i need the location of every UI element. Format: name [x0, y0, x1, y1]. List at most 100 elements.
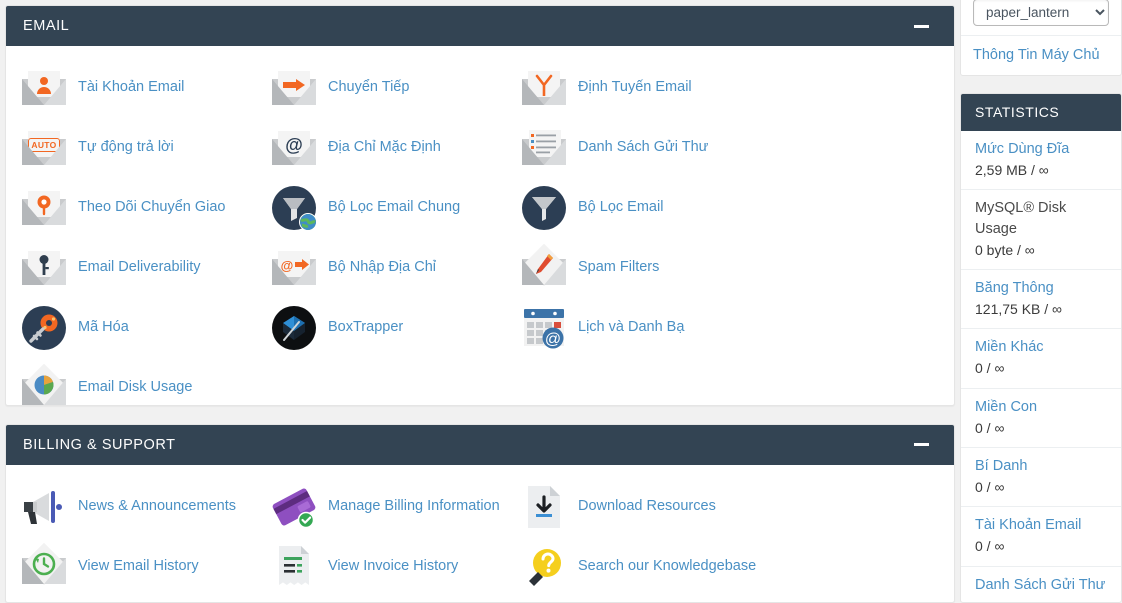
server-information-link[interactable]: Thông Tin Máy Chủ: [973, 47, 1100, 63]
tile-email-disk-usage[interactable]: Email Disk Usage: [6, 358, 256, 405]
billing-collapse-icon[interactable]: [910, 434, 932, 456]
tile-a-ch-m-c-nh[interactable]: @ Địa Chỉ Mặc Định: [256, 118, 506, 178]
tile-b-l-c-email-chung[interactable]: Bộ Lọc Email Chung: [256, 178, 506, 238]
cpanel-page: EMAIL Tài Khoản Email Chuyển Tiếp Định Tuy…: [0, 0, 1122, 603]
tile-news-announcements[interactable]: News & Announcements: [6, 477, 256, 537]
envelope-shape: [522, 243, 566, 287]
statistic-row: Danh Sách Gửi Thư: [961, 567, 1121, 602]
statistic-value: 0 byte / ∞: [975, 241, 1035, 258]
statistics-card: STATISTICS Mức Dùng Đĩa 2,59 MB / ∞ MySQL®…: [960, 92, 1122, 603]
envelope-pen-icon: [521, 243, 567, 291]
tile-label: Danh Sách Gửi Thư: [578, 139, 709, 156]
statistic-row: Tài Khoản Email 0 / ∞: [961, 507, 1121, 567]
statistic-value: 0 / ∞: [975, 479, 1005, 496]
email-tile-grid: Tài Khoản Email Chuyển Tiếp Định Tuyến Ema…: [6, 46, 954, 405]
tile-manage-billing-information[interactable]: Manage Billing Information: [256, 477, 506, 537]
theme-select[interactable]: paper_lantern: [973, 0, 1109, 26]
envelope-list-icon: [521, 125, 567, 171]
global-filter-icon: [271, 185, 317, 231]
tile-label: Chuyển Tiếp: [328, 79, 410, 96]
tile-label: Manage Billing Information: [328, 498, 500, 515]
envelope-shape: [522, 71, 566, 105]
tile-l-ch-v-danh-b[interactable]: @ Lịch và Danh Bạ: [506, 298, 756, 358]
statistic-row: Băng Thông 121,75 KB / ∞: [961, 270, 1121, 330]
tile-t-i-kho-n-email[interactable]: Tài Khoản Email: [6, 58, 256, 118]
tile-boxtrapper[interactable]: BoxTrapper: [256, 298, 506, 358]
email-collapse-icon[interactable]: [910, 15, 932, 37]
calendar-at-icon: @: [521, 305, 567, 351]
statistic-value: 121,75 KB / ∞: [975, 301, 1063, 318]
statistic-row: Mức Dùng Đĩa 2,59 MB / ∞: [961, 131, 1121, 190]
tile-label: Bộ Lọc Email: [578, 199, 664, 216]
billing-section-title: BILLING & SUPPORT: [23, 436, 176, 453]
billing-section-card: BILLING & SUPPORT News & Announcements Ma…: [5, 423, 955, 603]
statistic-name[interactable]: Mức Dùng Đĩa: [975, 139, 1107, 160]
tile-label: Spam Filters: [578, 259, 660, 276]
filter-circle: [522, 186, 566, 230]
envelope-routing-icon: [521, 65, 567, 111]
tile-b-l-c-email[interactable]: Bộ Lọc Email: [506, 178, 756, 238]
tile-label: Tài Khoản Email: [78, 79, 185, 96]
tile-download-resources[interactable]: Download Resources: [506, 477, 756, 537]
statistic-name[interactable]: Tài Khoản Email: [975, 515, 1107, 536]
billing-section-header: BILLING & SUPPORT: [6, 424, 954, 465]
envelope-key-icon: [21, 245, 67, 291]
billing-tile-grid: News & Announcements Manage Billing Infor…: [6, 465, 954, 602]
tile-t-ng-tr-l-i[interactable]: AUTO Tự động trả lời: [6, 118, 256, 178]
statistic-name[interactable]: Miền Con: [975, 397, 1107, 418]
statistic-name[interactable]: Danh Sách Gửi Thư: [975, 575, 1107, 596]
statistic-value: 0 / ∞: [975, 538, 1005, 555]
statistic-row: Miền Khác 0 / ∞: [961, 329, 1121, 389]
tile-view-invoice-history[interactable]: View Invoice History: [256, 537, 506, 597]
tile-spam-filters[interactable]: Spam Filters: [506, 238, 756, 298]
statistics-title: STATISTICS: [975, 104, 1060, 120]
envelope-shape: [22, 71, 66, 105]
tile-label: Email Disk Usage: [78, 379, 193, 396]
filter-circle: [272, 186, 317, 231]
tile-label: Mã Hóa: [78, 319, 129, 336]
tile-label: Lịch và Danh Bạ: [578, 319, 685, 336]
envelope-forward-icon: [271, 65, 317, 111]
tile-label: Theo Dõi Chuyển Giao: [78, 199, 226, 216]
tile-nh-tuy-n-email[interactable]: Định Tuyến Email: [506, 58, 756, 118]
statistic-row: Bí Danh 0 / ∞: [961, 448, 1121, 508]
tile-label: Tự động trả lời: [78, 139, 174, 156]
lightbulb-question-icon: [521, 544, 567, 590]
tile-search-our-knowledgebase[interactable]: Search our Knowledgebase: [506, 537, 756, 597]
envelope-auto-icon: AUTO: [21, 125, 67, 171]
svg-text:@: @: [545, 331, 561, 348]
tile-chuy-n-ti-p[interactable]: Chuyển Tiếp: [256, 58, 506, 118]
envelope-clock-icon: [21, 542, 67, 590]
invoice-icon: [271, 544, 317, 590]
tile-theo-d-i-chuy-n-giao[interactable]: Theo Dõi Chuyển Giao: [6, 178, 256, 238]
email-section-header: EMAIL: [6, 6, 954, 46]
envelope-shape: [22, 363, 66, 405]
envelope-shape: [22, 542, 66, 585]
tile-label: BoxTrapper: [328, 319, 404, 336]
tile-danh-s-ch-g-i-th[interactable]: Danh Sách Gửi Thư: [506, 118, 756, 178]
envelope-at-arrow-icon: @: [271, 245, 317, 291]
envelope-shape: [272, 71, 316, 105]
tile-b-nh-p-a-ch[interactable]: @ Bộ Nhập Địa Chỉ: [256, 238, 506, 298]
tile-label: View Invoice History: [328, 558, 459, 575]
statistic-name[interactable]: Miền Khác: [975, 337, 1107, 358]
tile-view-email-history[interactable]: View Email History: [6, 537, 256, 597]
statistic-name[interactable]: Bí Danh: [975, 456, 1107, 477]
statistic-value: 2,59 MB / ∞: [975, 161, 1049, 178]
theme-field: Giao Diện paper_lantern: [961, 0, 1121, 35]
tile-label: Bộ Nhập Địa Chỉ: [328, 259, 436, 276]
tile-label: Download Resources: [578, 498, 716, 515]
statistic-name[interactable]: Băng Thông: [975, 278, 1107, 299]
statistic-row: MySQL® Disk Usage 0 byte / ∞: [961, 190, 1121, 271]
filter-icon: [521, 185, 567, 231]
tile-label: View Email History: [78, 558, 199, 575]
statistic-value: 0 / ∞: [975, 360, 1005, 377]
envelope-shape: AUTO: [22, 131, 66, 165]
envelope-shape: [22, 251, 66, 285]
main-content-column: EMAIL Tài Khoản Email Chuyển Tiếp Định Tuy…: [0, 0, 960, 603]
tile-email-deliverability[interactable]: Email Deliverability: [6, 238, 256, 298]
credit-card-check-icon: [271, 484, 317, 530]
tile-m-h-a[interactable]: Mã Hóa: [6, 298, 256, 358]
envelope-shape: @: [272, 131, 316, 165]
server-info-row: Thông Tin Máy Chủ: [961, 35, 1121, 75]
